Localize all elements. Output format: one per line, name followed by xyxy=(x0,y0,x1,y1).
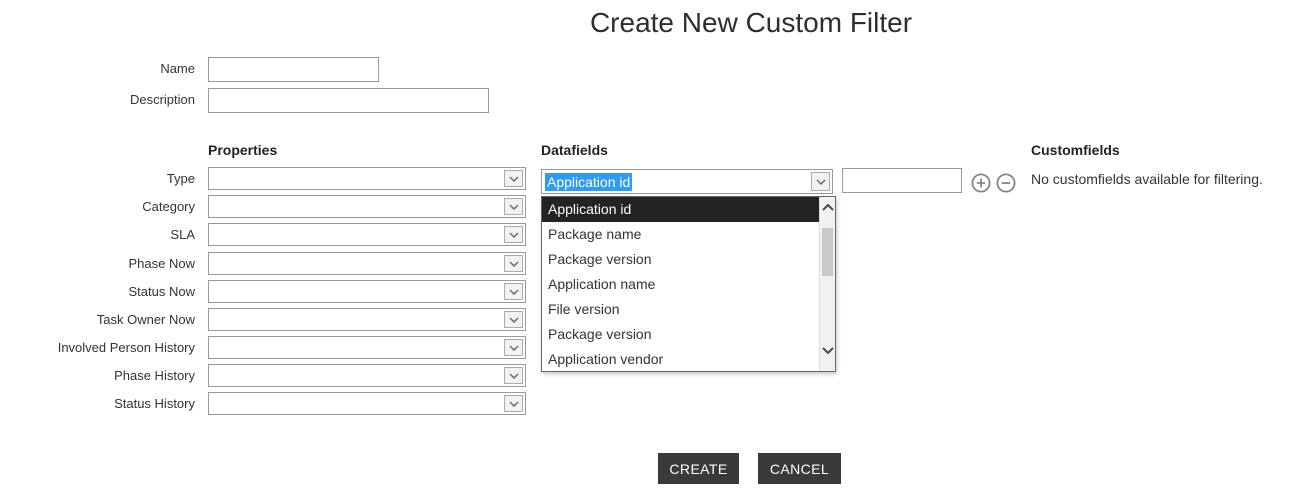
phase-now-select[interactable] xyxy=(208,252,526,275)
datafields-select-value: Application id xyxy=(545,173,633,191)
datafields-select[interactable]: Application id xyxy=(541,169,833,194)
scroll-up-icon[interactable] xyxy=(820,204,835,211)
phase-now-label: Phase Now xyxy=(128,256,195,271)
remove-datafield-button[interactable] xyxy=(996,173,1016,193)
chevron-down-icon[interactable] xyxy=(504,170,523,187)
dropdown-scrollbar[interactable] xyxy=(819,197,835,371)
description-label: Description xyxy=(129,92,195,107)
phase-history-select[interactable] xyxy=(208,364,526,387)
customfields-empty-message: No customfields available for filtering. xyxy=(1031,171,1263,187)
dropdown-option-package-name[interactable]: Package name xyxy=(542,222,835,247)
datafields-header: Datafields xyxy=(541,142,608,158)
chevron-down-icon[interactable] xyxy=(504,395,523,412)
page-title: Create New Custom Filter xyxy=(589,7,913,38)
task-owner-now-select[interactable] xyxy=(208,308,526,331)
chevron-down-icon[interactable] xyxy=(504,283,523,300)
chevron-down-icon[interactable] xyxy=(811,172,830,191)
chevron-down-icon[interactable] xyxy=(504,311,523,328)
datafield-value-input[interactable] xyxy=(842,168,962,193)
name-label: Name xyxy=(160,61,195,76)
plus-circle-icon xyxy=(971,173,991,193)
chevron-down-icon[interactable] xyxy=(504,367,523,384)
involved-person-history-label: Involved Person History xyxy=(57,340,195,355)
dropdown-option-application-id[interactable]: Application id xyxy=(542,197,835,222)
type-select[interactable] xyxy=(208,167,526,190)
dropdown-option-application-name[interactable]: Application name xyxy=(542,272,835,297)
chevron-down-icon[interactable] xyxy=(504,198,523,215)
status-history-label: Status History xyxy=(114,396,195,411)
cancel-button[interactable]: CANCEL xyxy=(758,453,841,484)
name-input[interactable] xyxy=(208,57,379,82)
add-datafield-button[interactable] xyxy=(971,173,991,193)
chevron-down-icon[interactable] xyxy=(504,255,523,272)
type-label: Type xyxy=(166,171,195,186)
customfields-header: Customfields xyxy=(1031,142,1120,158)
minus-circle-icon xyxy=(996,173,1016,193)
status-history-select[interactable] xyxy=(208,392,526,415)
properties-header: Properties xyxy=(208,142,278,158)
involved-person-history-select[interactable] xyxy=(208,336,526,359)
chevron-down-icon[interactable] xyxy=(504,226,523,243)
scrollbar-thumb[interactable] xyxy=(822,228,833,276)
status-now-label: Status Now xyxy=(128,284,195,299)
task-owner-now-label: Task Owner Now xyxy=(96,312,195,327)
status-now-select[interactable] xyxy=(208,280,526,303)
sla-label: SLA xyxy=(170,227,195,242)
create-button[interactable]: CREATE xyxy=(658,453,739,484)
phase-history-label: Phase History xyxy=(114,368,195,383)
scroll-down-icon[interactable] xyxy=(820,347,835,354)
category-label: Category xyxy=(142,199,195,214)
dropdown-option-package-version-2[interactable]: Package version xyxy=(542,322,835,347)
sla-select[interactable] xyxy=(208,223,526,246)
chevron-down-icon[interactable] xyxy=(504,339,523,356)
datafields-dropdown-list: Application id Package name Package vers… xyxy=(541,196,836,372)
dropdown-option-file-version[interactable]: File version xyxy=(542,297,835,322)
description-input[interactable] xyxy=(208,88,489,113)
create-custom-filter-dialog: Create New Custom Filter Name Descriptio… xyxy=(0,0,1306,497)
dropdown-option-application-vendor[interactable]: Application vendor xyxy=(542,347,835,372)
category-select[interactable] xyxy=(208,195,526,218)
dropdown-option-package-version[interactable]: Package version xyxy=(542,247,835,272)
